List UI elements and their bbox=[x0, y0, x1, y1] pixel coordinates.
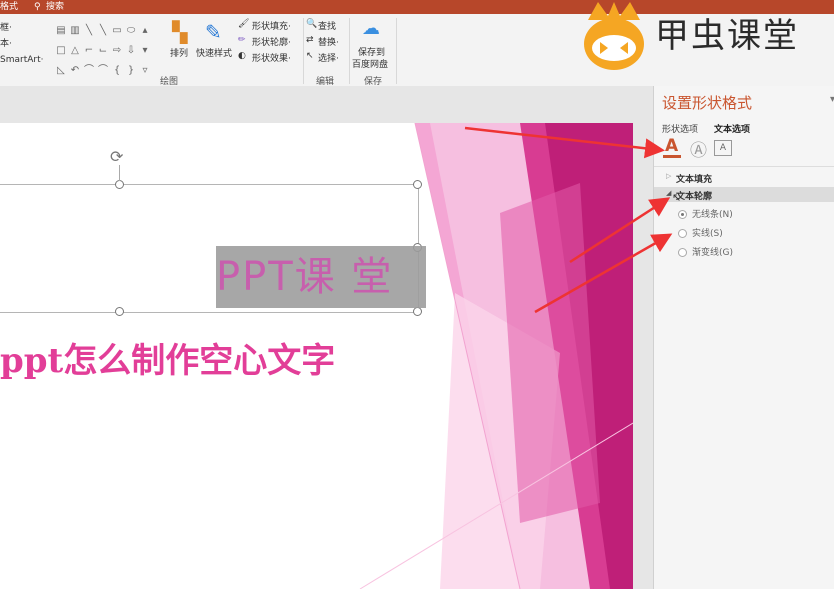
slide-canvas[interactable]: ⟳ PPT课 堂 ppt怎么制作空心文字 bbox=[0, 123, 633, 589]
expand-arrow-icon[interactable]: ▷ bbox=[666, 172, 671, 180]
logo-text: 甲虫课堂 bbox=[655, 16, 799, 56]
option-solid-line[interactable]: 实线(S) bbox=[678, 226, 723, 239]
resize-handle[interactable] bbox=[413, 180, 422, 189]
curve-shape-icon[interactable]: ↶ bbox=[68, 64, 82, 78]
format-shape-pane: 设置形状格式 ▾ 形状选项 文本选项 A Ⓐ A ▷ 文本填充 ◢ 文本轮廓 无… bbox=[653, 86, 834, 589]
quick-styles-button[interactable]: 快速样式 bbox=[196, 46, 232, 59]
rectangle-shape-icon[interactable]: ▭ bbox=[110, 24, 124, 38]
brace-shape-icon[interactable]: { bbox=[110, 64, 124, 78]
pane-divider bbox=[654, 166, 834, 167]
text-effects-icon[interactable]: Ⓐ bbox=[690, 136, 707, 161]
gallery-scroll-icon[interactable]: ▴ bbox=[138, 24, 152, 38]
ribbon-divider bbox=[396, 18, 397, 84]
arrow-right-shape-icon[interactable]: ⇨ bbox=[110, 44, 124, 58]
shape-outline-button[interactable]: 形状轮廓· bbox=[252, 35, 291, 48]
pane-collapse-icon[interactable]: ▾ bbox=[830, 94, 834, 105]
shape-fill-icon[interactable]: 🖌 bbox=[238, 19, 249, 29]
arrange-button[interactable]: 排列 bbox=[170, 46, 188, 59]
text-fill-outline-icon[interactable]: A bbox=[662, 136, 682, 158]
connector-shape-icon[interactable]: ⌐ bbox=[82, 44, 96, 58]
shape-effects-icon[interactable]: ◐ bbox=[238, 51, 246, 61]
curve-shape-icon[interactable]: ⌒ bbox=[82, 64, 96, 78]
gallery-scroll-icon[interactable]: ▾ bbox=[138, 44, 152, 58]
ribbon-item-text[interactable]: 本· bbox=[0, 36, 12, 49]
quick-styles-icon[interactable]: ✎ bbox=[205, 20, 222, 44]
section-text-fill[interactable]: 文本填充 bbox=[676, 172, 712, 185]
textbox-vertical-shape-icon[interactable]: ▥ bbox=[68, 24, 82, 38]
pane-title: 设置形状格式 bbox=[662, 94, 753, 112]
freeform-shape-icon[interactable]: ◺ bbox=[54, 64, 68, 78]
rotate-handle-stem bbox=[119, 165, 120, 181]
search-label[interactable]: 搜索 bbox=[46, 0, 64, 14]
oval-shape-icon[interactable]: ⬭ bbox=[124, 24, 138, 38]
label-no-line: 无线条(N) bbox=[692, 210, 733, 220]
ribbon-item-text-box[interactable]: 框· bbox=[0, 20, 12, 33]
label-solid-line: 实线(S) bbox=[692, 229, 723, 239]
arrange-icon[interactable]: ▚ bbox=[172, 20, 187, 44]
line-shape-icon[interactable]: ╲ bbox=[82, 24, 96, 38]
slide-title-selected[interactable]: PPT课 堂 bbox=[216, 246, 426, 308]
line-shape-icon[interactable]: ╲ bbox=[96, 24, 110, 38]
gallery-more-icon[interactable]: ▿ bbox=[138, 64, 152, 78]
brace-shape-icon[interactable]: } bbox=[124, 64, 138, 78]
replace-icon[interactable]: ⇄ bbox=[306, 35, 314, 45]
textbox-shape-icon[interactable]: ▤ bbox=[54, 24, 68, 38]
tab-shape-options[interactable]: 形状选项 bbox=[662, 122, 698, 135]
shape-outline-icon[interactable]: ✏ bbox=[238, 35, 246, 45]
select-button[interactable]: 选择· bbox=[318, 51, 339, 64]
select-icon[interactable]: ↖ bbox=[306, 51, 314, 61]
resize-handle[interactable] bbox=[115, 307, 124, 316]
mouse-cursor-icon: ↖ bbox=[672, 191, 682, 204]
find-button[interactable]: 查找 bbox=[318, 19, 336, 32]
arrow-down-shape-icon[interactable]: ⇩ bbox=[124, 44, 138, 58]
ribbon-divider bbox=[349, 18, 350, 84]
ribbon-divider bbox=[303, 18, 304, 84]
logo-mascot-icon bbox=[584, 2, 644, 70]
save-to-button-line2[interactable]: 百度网盘 bbox=[352, 57, 388, 70]
section-text-outline[interactable]: 文本轮廓 bbox=[676, 189, 712, 202]
ribbon-item-smartart[interactable]: SmartArt· bbox=[0, 55, 43, 65]
tab-text-options[interactable]: 文本选项 bbox=[714, 122, 750, 135]
triangle-shape-icon[interactable]: △ bbox=[68, 44, 82, 58]
option-no-line[interactable]: 无线条(N) bbox=[678, 207, 733, 220]
shapes-gallery[interactable]: ▤ ▥ ╲ ╲ ▭ ⬭ ▴ □ △ ⌐ ⌙ ⇨ ⇩ ▾ ◺ ↶ ⌒ ⌒{} ▿ bbox=[54, 18, 164, 76]
collapse-arrow-icon[interactable]: ◢ bbox=[666, 189, 671, 197]
rotate-handle-icon[interactable]: ⟳ bbox=[110, 147, 123, 166]
rectangle-shape-icon[interactable]: □ bbox=[54, 44, 68, 58]
curve-shape-icon[interactable]: ⌒ bbox=[96, 64, 110, 78]
slide-subtitle[interactable]: ppt怎么制作空心文字 bbox=[0, 333, 335, 382]
resize-handle[interactable] bbox=[115, 180, 124, 189]
shape-fill-button[interactable]: 形状填充· bbox=[252, 19, 291, 32]
tab-format[interactable]: 格式 bbox=[0, 0, 18, 14]
option-gradient-line[interactable]: 渐变线(G) bbox=[678, 245, 733, 258]
radio-no-line[interactable] bbox=[678, 210, 687, 219]
label-gradient-line: 渐变线(G) bbox=[692, 248, 733, 258]
textbox-icon[interactable]: A bbox=[714, 140, 732, 156]
search-icon[interactable]: ⚲ bbox=[34, 0, 41, 14]
shape-effects-button[interactable]: 形状效果· bbox=[252, 51, 291, 64]
baidu-cloud-icon[interactable]: ☁ bbox=[362, 18, 380, 39]
find-icon[interactable]: 🔍 bbox=[306, 19, 317, 29]
radio-gradient-line[interactable] bbox=[678, 248, 687, 257]
connector-shape-icon[interactable]: ⌙ bbox=[96, 44, 110, 58]
slide-title-text[interactable]: PPT课 堂 bbox=[216, 254, 393, 300]
resize-handle[interactable] bbox=[413, 307, 422, 316]
radio-solid-line[interactable] bbox=[678, 229, 687, 238]
replace-button[interactable]: 替换· bbox=[318, 35, 339, 48]
